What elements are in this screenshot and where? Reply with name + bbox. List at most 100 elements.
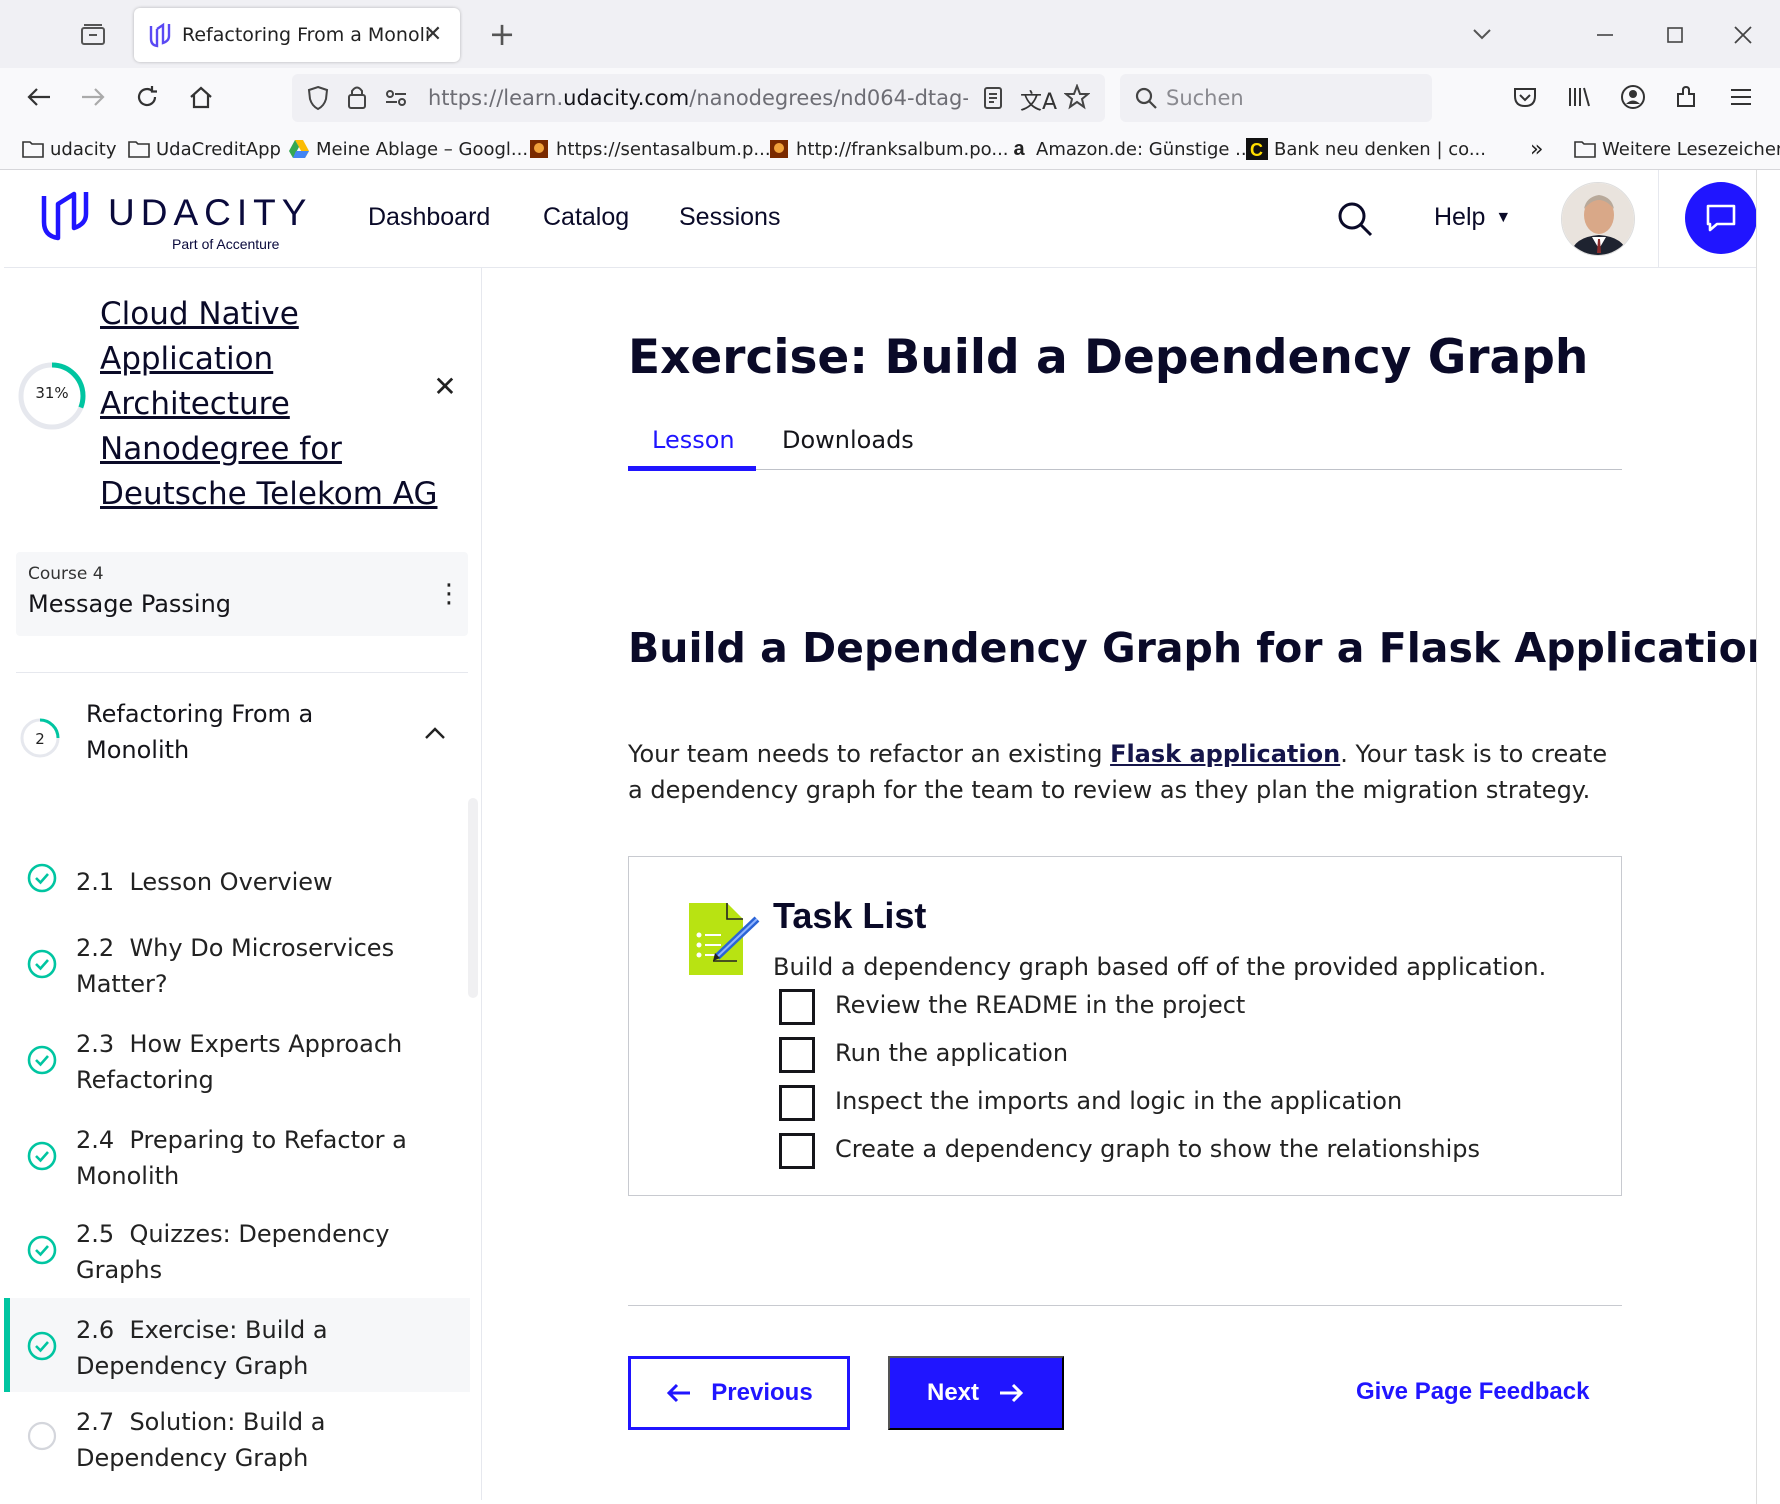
browser-tab-active[interactable]: Refactoring From a Monolith - E ✕ <box>134 8 460 62</box>
progress-percent: 31% <box>35 384 69 402</box>
window-close-icon[interactable] <box>1728 20 1758 50</box>
web-search-bar[interactable]: Suchen <box>1120 74 1432 122</box>
intro-paragraph: Your team needs to refactor an existing … <box>628 740 1608 804</box>
site-header: UDACITY Part of Accenture Dashboard Cata… <box>4 170 1757 268</box>
task-item: Review the README in the project <box>779 989 1579 1025</box>
bookmark-franksalbum[interactable]: http://franksalbum.po... <box>768 136 1009 162</box>
translate-icon[interactable]: 文A <box>1020 84 1057 116</box>
tab-downloads[interactable]: Downloads <box>782 426 914 454</box>
udacity-logo-icon <box>41 191 89 241</box>
url-text[interactable]: https://learn.udacity.com/nanodegrees/nd… <box>428 86 968 110</box>
bookmark-label: Weitere Lesezeichen <box>1602 138 1780 160</box>
course-card[interactable]: Course 4 Message Passing ⋮ <box>16 552 468 636</box>
bookmark-star-icon[interactable] <box>1063 83 1091 114</box>
bookmark-bank[interactable]: C Bank neu denken | co... <box>1246 136 1486 162</box>
bookmark-google-drive[interactable]: Meine Ablage – Googl... <box>288 136 528 162</box>
give-feedback-link[interactable]: Give Page Feedback <box>1356 1378 1589 1406</box>
course-label: Course 4 <box>28 564 104 584</box>
permissions-icon[interactable] <box>384 88 408 112</box>
nav-catalog[interactable]: Catalog <box>543 203 629 232</box>
bookmark-amazon[interactable]: a Amazon.de: Günstige ... <box>1008 136 1252 162</box>
nav-dashboard[interactable]: Dashboard <box>368 203 490 232</box>
sidebar-item-2-3[interactable]: 2.3 How Experts Approach Refactoring <box>4 1012 470 1106</box>
close-tab-icon[interactable]: ✕ <box>420 22 446 48</box>
window-minimize-icon[interactable] <box>1590 20 1620 50</box>
task-checkbox[interactable] <box>779 1037 815 1073</box>
sidebar-item-2-7[interactable]: 2.7 Solution: Build a Dependency Graph <box>4 1394 470 1488</box>
extensions-icon[interactable] <box>1670 80 1704 114</box>
previous-label: Previous <box>711 1379 813 1406</box>
nanodegree-title-link[interactable]: Cloud Native Application Architecture Na… <box>100 292 440 517</box>
logo-wordmark: UDACITY <box>108 192 313 233</box>
divider <box>16 672 468 673</box>
task-list-box: Task List Build a dependency graph based… <box>628 856 1622 1196</box>
bookmark-more-folder[interactable]: Weitere Lesezeichen <box>1574 136 1780 162</box>
task-list-description: Build a dependency graph based off of th… <box>773 953 1547 981</box>
tracking-shield-icon[interactable] <box>306 85 330 115</box>
sidebar-item-2-2[interactable]: 2.2 Why Do Microservices Matter? <box>4 918 470 1010</box>
window-maximize-icon[interactable] <box>1660 20 1690 50</box>
browser-tab-bar: Refactoring From a Monolith - E ✕ + <box>0 0 1780 68</box>
bookmark-udacreditapp[interactable]: UdaCreditApp <box>128 136 281 162</box>
chat-button[interactable] <box>1685 182 1757 254</box>
concept-title: 2.3 How Experts Approach Refactoring <box>76 1030 403 1094</box>
bookmark-label: UdaCreditApp <box>156 138 281 160</box>
forward-arrow-icon[interactable] <box>76 80 110 114</box>
reader-view-icon[interactable] <box>982 86 1004 114</box>
search-icon[interactable] <box>1334 198 1376 240</box>
bookmark-udacity[interactable]: udacity <box>22 136 116 162</box>
lesson-header[interactable]: 2 Refactoring From a Monolith <box>16 692 468 782</box>
bookmark-label: Meine Ablage – Googl... <box>316 138 529 160</box>
sidebar-item-2-4[interactable]: 2.4 Preparing to Refactor a Monolith <box>4 1108 470 1202</box>
previous-button[interactable]: Previous <box>628 1356 850 1430</box>
more-vertical-icon[interactable]: ⋮ <box>436 576 462 612</box>
course-sidebar: 31% Cloud Native Application Architectur… <box>4 268 482 1500</box>
pocket-icon[interactable] <box>1508 80 1542 114</box>
udacity-logo[interactable]: UDACITY Part of Accenture <box>38 186 306 256</box>
home-icon[interactable] <box>184 80 218 114</box>
sidebar-item-2-1[interactable]: 2.1 Lesson Overview <box>4 852 470 914</box>
task-checkbox[interactable] <box>779 1085 815 1121</box>
url-bar[interactable]: https://learn.udacity.com/nanodegrees/nd… <box>292 74 1105 122</box>
hamburger-menu-icon[interactable] <box>1724 80 1758 114</box>
avatar[interactable] <box>1561 182 1635 256</box>
concept-title: 2.1 Lesson Overview <box>76 868 333 896</box>
chevron-up-icon[interactable] <box>420 718 450 748</box>
bookmark-label: https://sentasalbum.p... <box>556 138 771 160</box>
tab-lesson[interactable]: Lesson <box>652 426 735 454</box>
library-icon[interactable] <box>1562 80 1596 114</box>
bank-icon: C <box>1246 138 1268 160</box>
task-text: Run the application <box>835 1039 1069 1067</box>
flask-application-link[interactable]: Flask application <box>1110 740 1340 768</box>
browser-tab-title: Refactoring From a Monolith - E <box>182 24 432 46</box>
account-icon[interactable] <box>1616 80 1650 114</box>
chevron-down-icon[interactable] <box>1468 20 1496 48</box>
lesson-content: Exercise: Build a Dependency Graph Lesso… <box>482 268 1776 1500</box>
web-search-placeholder: Suchen <box>1166 86 1244 110</box>
folder-icon <box>22 138 44 160</box>
task-text: Inspect the imports and logic in the app… <box>835 1087 1403 1115</box>
udacity-page: UDACITY Part of Accenture Dashboard Cata… <box>4 170 1776 1500</box>
task-text: Review the README in the project <box>835 991 1246 1019</box>
task-checkbox[interactable] <box>779 989 815 1025</box>
task-checkbox[interactable] <box>779 1133 815 1169</box>
sidebar-item-2-6-active[interactable]: 2.6 Exercise: Build a Dependency Graph <box>4 1298 470 1392</box>
help-menu[interactable]: Help ▼ <box>1434 203 1511 232</box>
next-label: Next <box>926 1379 980 1406</box>
next-button[interactable]: Next <box>888 1356 1064 1430</box>
sidebar-item-2-5[interactable]: 2.5 Quizzes: Dependency Graphs <box>4 1202 470 1296</box>
new-tab-icon[interactable]: + <box>486 18 518 50</box>
task-item: Create a dependency graph to show the re… <box>779 1133 1579 1169</box>
reload-icon[interactable] <box>130 80 164 114</box>
bookmark-sentasalbum[interactable]: https://sentasalbum.p... <box>528 136 771 162</box>
course-name: Message Passing <box>28 590 232 618</box>
chat-bubble-icon <box>1706 204 1736 232</box>
back-arrow-icon[interactable] <box>22 80 56 114</box>
nav-sessions[interactable]: Sessions <box>679 203 780 232</box>
lock-icon[interactable] <box>346 84 368 114</box>
concept-title: 2.7 Solution: Build a Dependency Graph <box>76 1408 326 1472</box>
tab-list-icon[interactable] <box>78 20 108 50</box>
divider <box>628 1305 1622 1306</box>
close-icon[interactable]: ✕ <box>430 372 460 402</box>
more-bookmarks-chevron-icon[interactable]: » <box>1530 136 1543 162</box>
